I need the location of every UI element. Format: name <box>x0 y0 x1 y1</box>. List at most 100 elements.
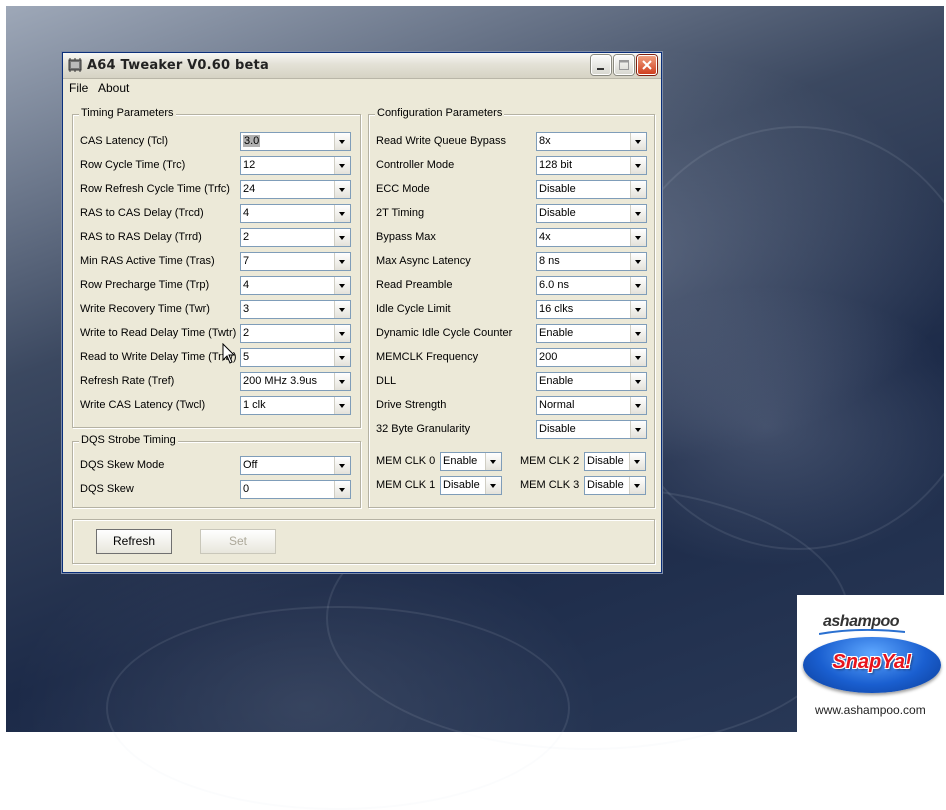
timing-label-write-to-read-delay-time-twtr: Write to Read Delay Time (Twtr) <box>80 327 237 339</box>
timing-label-read-to-write-delay-time-trtw: Read to Write Delay Time (Trtw) <box>80 351 237 363</box>
config-select-memclk-frequency-value: 200 <box>539 351 558 363</box>
ashampoo-swoosh-icon <box>819 629 905 635</box>
timing-select-min-ras-active-time-tras[interactable]: 7 <box>240 252 351 271</box>
dropdown-arrow-icon[interactable] <box>334 481 350 498</box>
config-label-read-preamble: Read Preamble <box>376 279 453 291</box>
dropdown-arrow-icon[interactable] <box>630 277 646 294</box>
config-select-ecc-mode[interactable]: Disable <box>536 180 647 199</box>
dropdown-arrow-icon[interactable] <box>334 301 350 318</box>
config-select-max-async-latency[interactable]: 8 ns <box>536 252 647 271</box>
config-select-dll[interactable]: Enable <box>536 372 647 391</box>
timing-select-read-to-write-delay-time-trtw[interactable]: 5 <box>240 348 351 367</box>
timing-select-row-cycle-time-trc-value: 12 <box>243 159 256 171</box>
timing-select-ras-to-ras-delay-trrd[interactable]: 2 <box>240 228 351 247</box>
dqs-select-dqs-skew-mode-value: Off <box>243 459 258 471</box>
timing-select-refresh-rate-tref[interactable]: 200 MHz 3.9us <box>240 372 351 391</box>
dropdown-arrow-icon[interactable] <box>630 181 646 198</box>
config-label-dll: DLL <box>376 375 397 387</box>
dqs-strobe-title: DQS Strobe Timing <box>79 434 178 446</box>
dropdown-arrow-icon[interactable] <box>334 349 350 366</box>
config-select-bypass-max[interactable]: 4x <box>536 228 647 247</box>
config-select-ecc-mode-value: Disable <box>539 183 576 195</box>
dropdown-arrow-icon[interactable] <box>334 133 350 150</box>
config-label-2t-timing: 2T Timing <box>376 207 425 219</box>
memclk-select-mem-clk-2[interactable]: Disable <box>584 452 646 471</box>
config-select-32-byte-granularity[interactable]: Disable <box>536 420 647 439</box>
config-select-idle-cycle-limit-value: 16 clks <box>539 303 574 315</box>
maximize-button[interactable] <box>614 55 634 75</box>
timing-select-ras-to-cas-delay-trcd[interactable]: 4 <box>240 204 351 223</box>
memclk-select-mem-clk-1[interactable]: Disable <box>440 476 502 495</box>
dropdown-arrow-icon[interactable] <box>334 157 350 174</box>
set-button[interactable]: Set <box>200 529 276 554</box>
dqs-select-dqs-skew-mode[interactable]: Off <box>240 456 351 475</box>
dropdown-arrow-icon[interactable] <box>630 253 646 270</box>
dropdown-arrow-icon[interactable] <box>334 325 350 342</box>
dqs-select-dqs-skew[interactable]: 0 <box>240 480 351 499</box>
config-select-memclk-frequency[interactable]: 200 <box>536 348 647 367</box>
menu-file[interactable]: File <box>69 81 88 95</box>
maximize-icon <box>619 60 629 70</box>
minimize-button[interactable] <box>591 55 611 75</box>
timing-select-row-precharge-time-trp[interactable]: 4 <box>240 276 351 295</box>
memclk-select-mem-clk-0-value: Enable <box>443 455 478 467</box>
dropdown-arrow-icon[interactable] <box>630 301 646 318</box>
close-button[interactable] <box>637 55 657 75</box>
config-select-2t-timing[interactable]: Disable <box>536 204 647 223</box>
config-select-drive-strength[interactable]: Normal <box>536 396 647 415</box>
config-select-read-preamble[interactable]: 6.0 ns <box>536 276 647 295</box>
config-select-dynamic-idle-cycle-counter-value: Enable <box>539 327 574 339</box>
dqs-label-dqs-skew-mode: DQS Skew Mode <box>80 459 165 471</box>
dropdown-arrow-icon[interactable] <box>629 453 645 470</box>
dropdown-arrow-icon[interactable] <box>334 181 350 198</box>
timing-select-write-cas-latency-twcl[interactable]: 1 clk <box>240 396 351 415</box>
dropdown-arrow-icon[interactable] <box>630 349 646 366</box>
dropdown-arrow-icon[interactable] <box>630 397 646 414</box>
refresh-button[interactable]: Refresh <box>96 529 172 554</box>
menu-about[interactable]: About <box>98 81 129 95</box>
dropdown-arrow-icon[interactable] <box>630 421 646 438</box>
timing-parameters-title: Timing Parameters <box>79 107 176 119</box>
dropdown-arrow-icon[interactable] <box>630 325 646 342</box>
config-select-read-write-queue-bypass[interactable]: 8x <box>536 132 647 151</box>
title-bar[interactable]: A64 Tweaker V0.60 beta <box>63 53 661 79</box>
timing-label-write-cas-latency-twcl: Write CAS Latency (Twcl) <box>80 399 206 411</box>
timing-select-ras-to-ras-delay-trrd-value: 2 <box>243 231 250 243</box>
timing-select-row-refresh-cycle-time-trfc[interactable]: 24 <box>240 180 351 199</box>
config-select-dynamic-idle-cycle-counter[interactable]: Enable <box>536 324 647 343</box>
config-select-controller-mode[interactable]: 128 bit <box>536 156 647 175</box>
dropdown-arrow-icon[interactable] <box>630 229 646 246</box>
dropdown-arrow-icon[interactable] <box>334 397 350 414</box>
memclk-select-mem-clk-0[interactable]: Enable <box>440 452 502 471</box>
dropdown-arrow-icon[interactable] <box>334 205 350 222</box>
timing-select-write-to-read-delay-time-twtr[interactable]: 2 <box>240 324 351 343</box>
dropdown-arrow-icon[interactable] <box>334 373 350 390</box>
snapya-logo: SnapYa! <box>803 637 941 693</box>
dropdown-arrow-icon[interactable] <box>485 477 501 494</box>
timing-select-row-cycle-time-trc[interactable]: 12 <box>240 156 351 175</box>
dropdown-arrow-icon[interactable] <box>630 157 646 174</box>
dropdown-arrow-icon[interactable] <box>334 229 350 246</box>
config-select-idle-cycle-limit[interactable]: 16 clks <box>536 300 647 319</box>
dropdown-arrow-icon[interactable] <box>334 277 350 294</box>
dropdown-arrow-icon[interactable] <box>485 453 501 470</box>
timing-label-ras-to-ras-delay-trrd: RAS to RAS Delay (Trrd) <box>80 231 202 243</box>
timing-select-min-ras-active-time-tras-value: 7 <box>243 255 250 267</box>
dropdown-arrow-icon[interactable] <box>630 205 646 222</box>
timing-select-row-precharge-time-trp-value: 4 <box>243 279 250 291</box>
minimize-icon <box>597 68 604 70</box>
dropdown-arrow-icon[interactable] <box>630 373 646 390</box>
dqs-label-dqs-skew: DQS Skew <box>80 483 134 495</box>
timing-select-write-recovery-time-twr[interactable]: 3 <box>240 300 351 319</box>
ashampoo-url: www.ashampoo.com <box>815 703 926 717</box>
config-label-controller-mode: Controller Mode <box>376 159 455 171</box>
memclk-select-mem-clk-3[interactable]: Disable <box>584 476 646 495</box>
timing-select-cas-latency-tcl[interactable]: 3.0 <box>240 132 351 151</box>
dropdown-arrow-icon[interactable] <box>334 253 350 270</box>
dropdown-arrow-icon[interactable] <box>629 477 645 494</box>
config-select-2t-timing-value: Disable <box>539 207 576 219</box>
dropdown-arrow-icon[interactable] <box>334 457 350 474</box>
config-label-bypass-max: Bypass Max <box>376 231 436 243</box>
timing-select-write-to-read-delay-time-twtr-value: 2 <box>243 327 250 339</box>
dropdown-arrow-icon[interactable] <box>630 133 646 150</box>
